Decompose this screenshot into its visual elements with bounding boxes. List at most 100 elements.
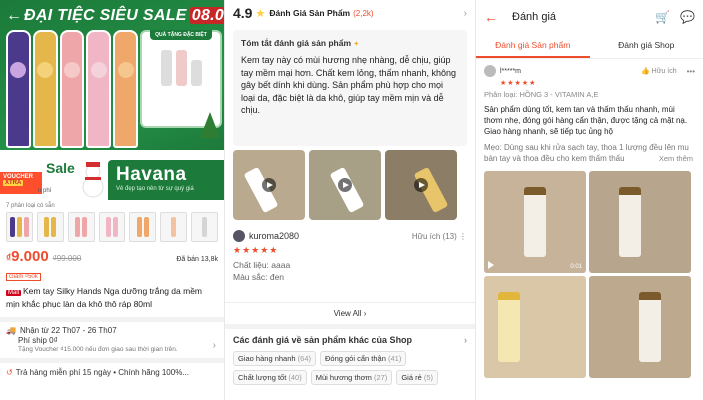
review-tags: Giao hàng nhanh (64) Đóng gói cẩn thận (… — [233, 351, 467, 385]
review-tip: Mẹo: Dùng sau khi rửa sạch tay, thoa 1 l… — [484, 143, 693, 164]
variant-thumb[interactable] — [67, 212, 95, 242]
review-tag[interactable]: Đóng gói cẩn thận (41) — [320, 351, 407, 366]
discount-badge[interactable]: Giảm ₫50k — [6, 273, 41, 281]
rating-score: 4.9 — [233, 5, 253, 21]
brand-tagline: Vẻ đẹp tạo nên từ sự quý giá — [116, 186, 194, 192]
review-tabs: Đánh giá Sản phẩm Đánh giá Shop — [476, 34, 703, 59]
back-icon[interactable]: ← — [484, 9, 498, 25]
tube-image — [6, 30, 31, 148]
review-tag[interactable]: Giao hàng nhanh (64) — [233, 351, 316, 366]
review-stars: ★★★★★ — [500, 80, 537, 87]
voucher-xtra-badge: VOUCHER XTRA — [0, 172, 42, 194]
play-icon — [414, 178, 428, 192]
old-price: ₫99.000 — [52, 254, 82, 263]
snowman-icon — [82, 162, 104, 198]
variant-thumb[interactable] — [36, 212, 64, 242]
play-icon — [488, 261, 494, 269]
reviewer-name: l*****m — [500, 67, 522, 75]
review-tag[interactable]: Chất lượng tốt (40) — [233, 370, 307, 385]
banner-title: ĐẠI TIỆC SIÊU SALE08.08 — [24, 7, 224, 25]
review-video[interactable] — [309, 150, 381, 220]
review-media-row — [225, 146, 475, 224]
header-icons: 🛒 💬 — [655, 10, 695, 24]
gift-tag: QUÀ TẶNG ĐẶC BIỆT — [150, 30, 212, 40]
other-reviews-title[interactable]: Các đánh giá về sản phẩm khác của Shop › — [233, 335, 467, 345]
chevron-right-icon: › — [464, 335, 467, 345]
gift-items-image — [142, 50, 220, 86]
review-tag[interactable]: Giá rẻ (5) — [396, 370, 439, 385]
more-icon[interactable]: ••• — [687, 67, 695, 76]
banner-header: ← ĐẠI TIỆC SIÊU SALE08.08 ⤴ 🛒 — [0, 0, 224, 32]
back-icon[interactable]: ← — [6, 7, 22, 25]
product-title: Mall Kem tay Silky Hands Nga dưỡng trắng … — [6, 286, 202, 309]
helpful-button[interactable]: Hữu ích (13) ⋮ — [412, 232, 467, 241]
review-summary: Tóm tắt đánh giá sản phẩm ✦ Kem tay này … — [233, 30, 467, 146]
play-icon — [338, 178, 352, 192]
reviews-panel: 4.9 ★ Đánh Giá Sản Phẩm (2,2k) › Tóm tắt… — [225, 0, 475, 400]
tab-product-reviews[interactable]: Đánh giá Sản phẩm — [476, 34, 590, 58]
ship-date: 🚚 Nhận từ 22 Th07 - 26 Th07 — [6, 326, 117, 335]
tube-image — [32, 30, 58, 148]
avatar — [484, 65, 496, 77]
review-photo[interactable] — [589, 276, 691, 378]
review-attr-material: Chất liệu: aaaa — [233, 260, 291, 270]
play-icon — [262, 178, 276, 192]
rating-header[interactable]: 4.9 ★ Đánh Giá Sản Phẩm (2,2k) › — [225, 0, 475, 26]
tube-image — [86, 30, 112, 148]
more-icon[interactable]: ⋮ — [459, 232, 467, 241]
review-video[interactable] — [233, 150, 305, 220]
review-detail-panel: ← Đánh giá 🛒 💬 Đánh giá Sản phẩm Đánh gi… — [476, 0, 703, 400]
other-reviews-section: Các đánh giá về sản phẩm khác của Shop › … — [225, 324, 475, 391]
review-item: kuroma2080 Hữu ích (13) ⋮ ★★★★★ Chất liệ… — [225, 224, 475, 288]
review-photo[interactable] — [589, 171, 691, 273]
brand-name: Havana — [116, 164, 187, 185]
rating-label: Đánh Giá Sản Phẩm — [269, 8, 351, 18]
return-icon: ↺ — [6, 368, 13, 377]
ship-fee: Phí ship 0₫ — [18, 336, 58, 345]
view-all-button[interactable]: View All › — [225, 302, 475, 324]
product-banner[interactable]: ← ĐẠI TIỆC SIÊU SALE08.08 ⤴ 🛒 QUÀ TẶNG Đ… — [0, 0, 224, 200]
see-more-link[interactable]: Xem thêm — [655, 153, 693, 164]
variant-thumb[interactable] — [160, 212, 188, 242]
sale-label: Sale — [46, 160, 75, 176]
review-header: kuroma2080 Hữu ích (13) ⋮ — [233, 230, 467, 242]
summary-text: Kem tay này có mùi hương nhẹ nhàng, dễ c… — [241, 55, 457, 115]
variant-thumb[interactable] — [191, 212, 219, 242]
helpful-button[interactable]: 👍 Hữu ích — [641, 67, 677, 75]
tube-image — [59, 30, 85, 148]
review-video[interactable]: 0:01 — [484, 171, 586, 273]
product-panel: ← ĐẠI TIỆC SIÊU SALE08.08 ⤴ 🛒 QUÀ TẶNG Đ… — [0, 0, 224, 400]
guarantee-row[interactable]: ↺ Trả hàng miễn phí 15 ngày • Chính hãng … — [0, 358, 224, 382]
variant-thumb[interactable] — [6, 212, 33, 242]
review-photo[interactable] — [484, 276, 586, 378]
product-tubes-image — [6, 30, 138, 148]
shipping-section[interactable]: 🚚 Nhận từ 22 Th07 - 26 Th07 Phí ship 0₫ T… — [0, 317, 224, 358]
variants-label: 7 phân loại có sẵn — [6, 203, 55, 209]
variant-thumb[interactable] — [98, 212, 126, 242]
sale-sub: n phí — [38, 188, 52, 194]
summary-title: Tóm tắt đánh giá sản phẩm ✦ — [241, 38, 360, 48]
sold-count: Đã bán 13,8k — [176, 256, 218, 263]
chevron-right-icon: › — [463, 7, 467, 19]
cart-icon[interactable]: 🛒 — [655, 10, 670, 24]
review-attr-color: Màu sắc: đen — [233, 272, 285, 282]
rating-count: (2,2k) — [353, 8, 374, 18]
sparkle-icon: ✦ — [353, 41, 360, 48]
chat-icon[interactable]: 💬 — [680, 10, 695, 24]
review-user-row: l*****m 👍 Hữu ích ••• — [476, 59, 703, 79]
review-tag[interactable]: Mùi hương thơm (27) — [310, 370, 393, 385]
mall-badge: Mall — [6, 290, 22, 296]
review-video[interactable] — [385, 150, 457, 220]
christmas-tree-icon — [200, 112, 220, 138]
variant-thumbnails — [0, 212, 224, 242]
ship-note: Tặng Voucher ₫15.000 nếu đơn giao sau th… — [18, 346, 178, 353]
variant-thumb[interactable] — [129, 212, 157, 242]
star-icon: ★ — [255, 7, 266, 20]
price: ₫9.000 — [6, 248, 49, 265]
video-duration: 0:01 — [570, 264, 582, 270]
tab-shop-reviews[interactable]: Đánh giá Shop — [590, 34, 703, 58]
price-row: ₫9.000 ₫99.000 Đã bán 13,8k — [0, 242, 224, 265]
avatar — [233, 230, 245, 242]
review-variant: Phân loại: HỒNG 3 - VITAMIN A,E — [484, 90, 599, 99]
brand-banner: Havana Vẻ đẹp tạo nên từ sự quý giá — [108, 160, 224, 200]
